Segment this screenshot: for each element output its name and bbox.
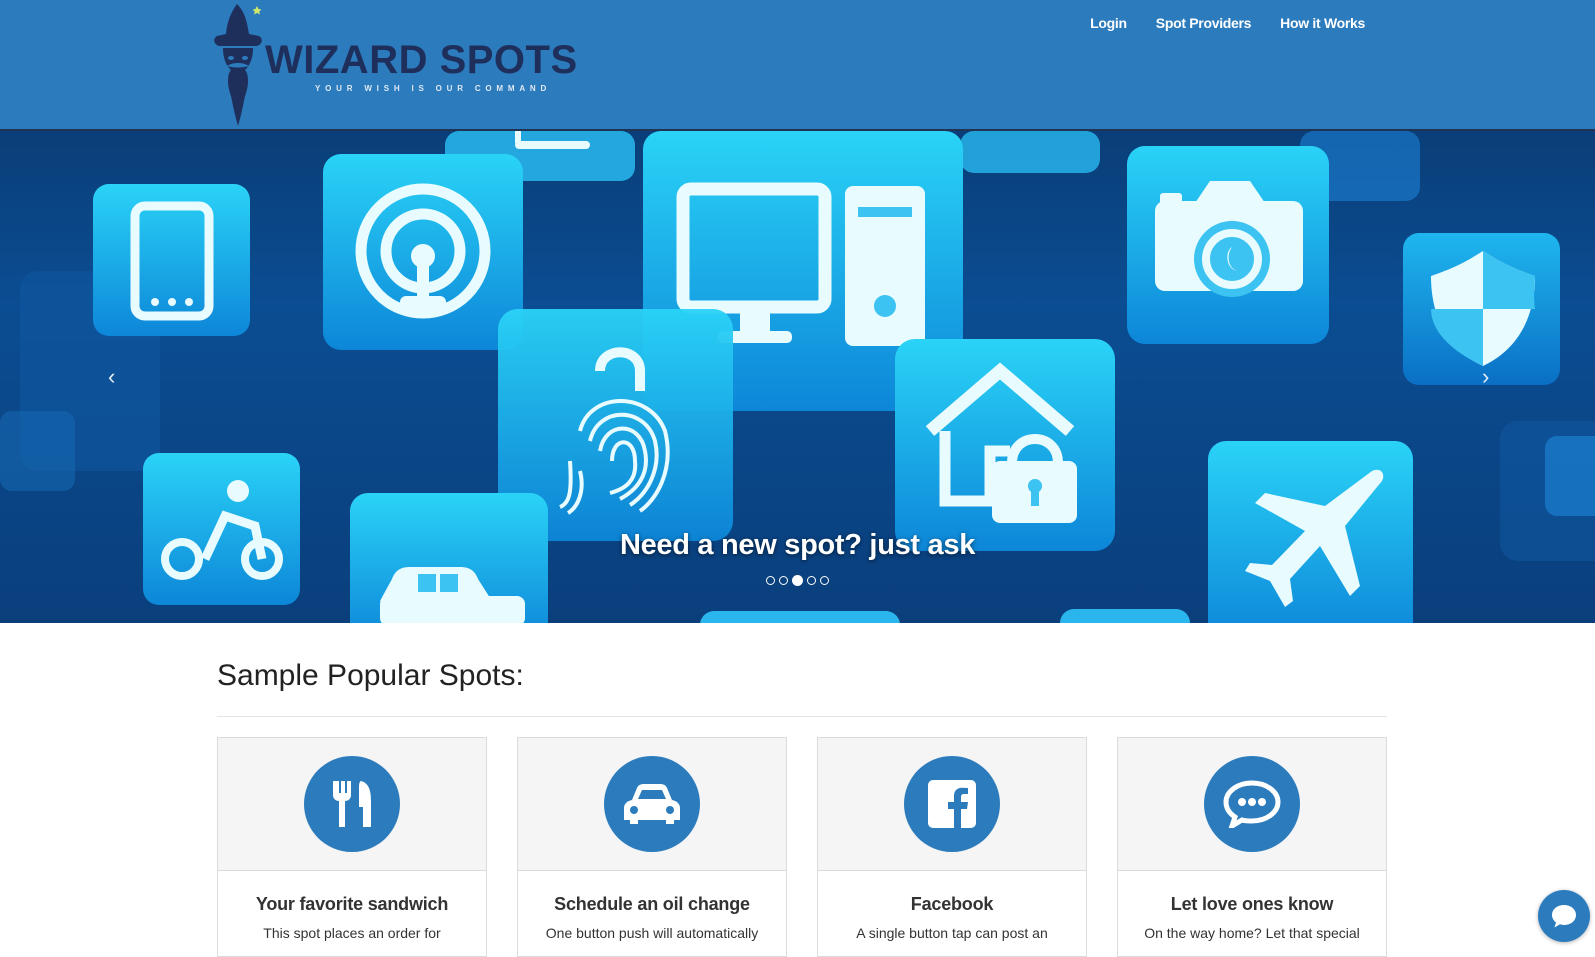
carousel-dot[interactable]	[779, 576, 788, 585]
carousel-dot[interactable]	[766, 576, 775, 585]
facebook-icon	[928, 780, 976, 828]
hero-carousel: ‹ › Need a new spot? just ask	[0, 131, 1595, 623]
carousel-dot[interactable]	[807, 576, 816, 585]
card-text: A single button tap can post an	[856, 925, 1048, 941]
carousel-indicators	[0, 575, 1595, 586]
spot-card-facebook[interactable]: Facebook A single button tap can post an	[817, 737, 1087, 957]
spot-card-sandwich[interactable]: Your favorite sandwich This spot places …	[217, 737, 487, 957]
card-icon-circle[interactable]	[304, 756, 400, 852]
carousel-dot[interactable]	[820, 576, 829, 585]
section-divider	[217, 716, 1387, 717]
carousel-dot[interactable]	[792, 575, 803, 586]
card-header	[818, 738, 1086, 871]
card-header	[218, 738, 486, 871]
logo[interactable]: WIZARD SPOTS YOUR WISH IS OUR COMMAND	[205, 0, 585, 131]
card-icon-circle[interactable]	[904, 756, 1000, 852]
spot-card-oil-change[interactable]: Schedule an oil change One button push w…	[517, 737, 787, 957]
carousel-next-button[interactable]: ›	[1482, 364, 1489, 390]
card-icon-circle[interactable]	[604, 756, 700, 852]
logo-text: WIZARD SPOTS	[265, 38, 578, 82]
wizard-icon	[214, 4, 262, 126]
nav-how-it-works[interactable]: How it Works	[1280, 15, 1365, 31]
card-text: This spot places an order for	[263, 925, 441, 941]
chat-bubble-icon	[1223, 780, 1281, 828]
nav-spot-providers[interactable]: Spot Providers	[1156, 15, 1252, 31]
card-header	[518, 738, 786, 871]
spot-card-love-ones[interactable]: Let love ones know On the way home? Let …	[1117, 737, 1387, 957]
card-title: Schedule an oil change	[554, 894, 750, 914]
car-icon	[624, 784, 680, 824]
chat-widget-button[interactable]	[1538, 890, 1590, 942]
card-text: One button push will automatically	[545, 925, 759, 941]
hero-caption: Need a new spot? just ask	[619, 529, 976, 561]
card-title: Your favorite sandwich	[255, 894, 449, 914]
section-title: Sample Popular Spots:	[217, 659, 524, 692]
card-title: Facebook	[910, 894, 994, 914]
site-header: WIZARD SPOTS YOUR WISH IS OUR COMMAND Lo…	[0, 0, 1595, 131]
logo-tagline: YOUR WISH IS OUR COMMAND	[315, 84, 552, 93]
card-header	[1118, 738, 1386, 871]
carousel-prev-button[interactable]: ‹	[108, 364, 115, 390]
card-icon-circle[interactable]	[1204, 756, 1300, 852]
utensils-icon	[333, 781, 371, 827]
card-text: On the way home? Let that special	[1144, 925, 1360, 941]
main-nav: Login Spot Providers How it Works	[1090, 15, 1365, 31]
nav-login[interactable]: Login	[1090, 15, 1127, 31]
card-title: Let love ones know	[1170, 894, 1334, 914]
chat-icon	[1552, 905, 1576, 928]
